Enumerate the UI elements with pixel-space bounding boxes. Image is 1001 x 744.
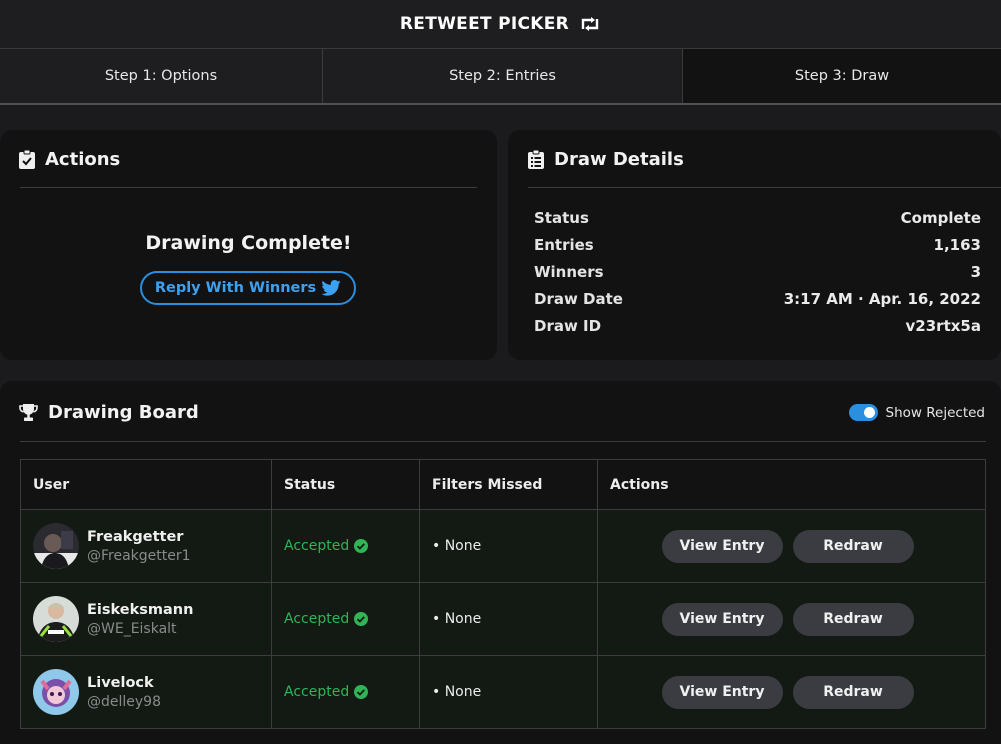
avatar[interactable] [33,669,79,715]
redraw-button[interactable]: Redraw [792,529,914,563]
detail-row-status: Status Complete [534,206,981,230]
redraw-button[interactable]: Redraw [792,602,914,636]
detail-label: Status [534,209,589,227]
detail-value: 3:17 AM · Apr. 16, 2022 [783,290,981,308]
user-cell: Freakgetter @Freakgetter1 [20,509,272,583]
view-entry-button[interactable]: View Entry [661,602,783,636]
clipboard-list-icon [528,150,544,169]
drawing-board-card: Drawing Board Show Rejected User Status … [0,381,1001,744]
status-text: Accepted [284,538,350,554]
column-header-status: Status [271,459,420,510]
status-badge: Accepted [284,538,369,554]
filters-cell: • None [419,655,598,729]
filters-cell: • None [419,509,598,583]
tab-step-3-draw[interactable]: Step 3: Draw [683,49,1001,103]
user-cell: Eiskeksmann @WE_Eiskalt [20,582,272,656]
view-entry-button[interactable]: View Entry [661,529,783,563]
entries-table: User Status Filters Missed Actions Freak… [20,459,986,729]
detail-label: Draw Date [534,290,623,308]
draw-details-title: Draw Details [528,149,684,170]
status-cell: Accepted [271,655,420,729]
show-rejected-toggle-wrap: Show Rejected [848,404,985,421]
table-header-row: User Status Filters Missed Actions [20,459,986,510]
filters-cell: • None [419,582,598,656]
tab-step-1-options[interactable]: Step 1: Options [0,49,323,103]
redraw-button[interactable]: Redraw [792,675,914,709]
view-entry-button[interactable]: View Entry [661,675,783,709]
trophy-icon [19,404,38,421]
toggle-knob [863,407,875,418]
table-row: Livelock @delley98 Accepted • None View … [20,655,986,729]
reply-with-winners-button[interactable]: Reply With Winners [140,271,356,305]
status-text: Accepted [284,611,350,627]
tab-label: Step 2: Entries [449,68,556,84]
user-name[interactable]: Freakgetter [87,529,191,545]
status-badge: Accepted [284,611,369,627]
detail-value: v23rtx5a [905,317,981,335]
actions-title-text: Actions [45,149,121,170]
details-divider [528,187,1001,188]
actions-divider [20,187,477,188]
app-header: RETWEET PICKER [0,0,1001,48]
detail-label: Winners [534,263,604,281]
detail-value: 3 [970,263,981,281]
draw-details-title-text: Draw Details [554,149,684,170]
actions-cell: View Entry Redraw [597,582,986,656]
user-name[interactable]: Eiskeksmann [87,602,193,618]
drawing-complete-message: Drawing Complete! [145,232,352,254]
actions-cell: View Entry Redraw [597,509,986,583]
user-name[interactable]: Livelock [87,675,161,691]
detail-value: 1,163 [933,236,981,254]
check-circle-icon [354,685,369,699]
actions-cell: View Entry Redraw [597,655,986,729]
twitter-bird-icon [321,280,341,296]
drawing-board-title-text: Drawing Board [48,402,199,423]
column-header-filters-missed: Filters Missed [419,459,598,510]
app-title: RETWEET PICKER [399,14,570,34]
detail-row-draw-date: Draw Date 3:17 AM · Apr. 16, 2022 [534,287,981,311]
retweet-icon [579,16,601,32]
detail-row-draw-id: Draw ID v23rtx5a [534,314,981,338]
clipboard-check-icon [19,150,35,169]
table-row: Eiskeksmann @WE_Eiskalt Accepted • None [20,582,986,656]
user-handle: @WE_Eiskalt [87,620,177,637]
show-rejected-toggle[interactable] [848,404,878,421]
table-row: Freakgetter @Freakgetter1 Accepted • Non… [20,509,986,583]
reply-button-label: Reply With Winners [154,280,317,296]
actions-title: Actions [19,149,120,170]
detail-row-winners: Winners 3 [534,260,981,284]
avatar[interactable] [33,596,79,642]
draw-details-card: Draw Details Status Complete Entries 1,1… [508,130,1001,360]
status-text: Accepted [284,684,350,700]
board-divider [20,441,986,442]
column-header-actions: Actions [597,459,986,510]
user-handle: @Freakgetter1 [87,547,191,564]
actions-card: Actions Drawing Complete! Reply With Win… [0,130,497,360]
user-handle: @delley98 [87,693,161,710]
status-badge: Accepted [284,684,369,700]
tab-label: Step 3: Draw [794,68,890,84]
show-rejected-label: Show Rejected [885,404,985,421]
step-tabs: Step 1: Options Step 2: Entries Step 3: … [0,48,1001,105]
avatar[interactable] [33,523,79,569]
check-circle-icon [354,539,369,553]
detail-label: Entries [534,236,594,254]
user-cell: Livelock @delley98 [20,655,272,729]
status-cell: Accepted [271,582,420,656]
detail-label: Draw ID [534,317,602,335]
tab-label: Step 1: Options [104,68,218,84]
status-cell: Accepted [271,509,420,583]
detail-row-entries: Entries 1,163 [534,233,981,257]
column-header-user: User [20,459,272,510]
drawing-board-title: Drawing Board [19,402,199,423]
detail-value: Complete [900,209,981,227]
check-circle-icon [354,612,369,626]
tab-step-2-entries[interactable]: Step 2: Entries [323,49,683,103]
